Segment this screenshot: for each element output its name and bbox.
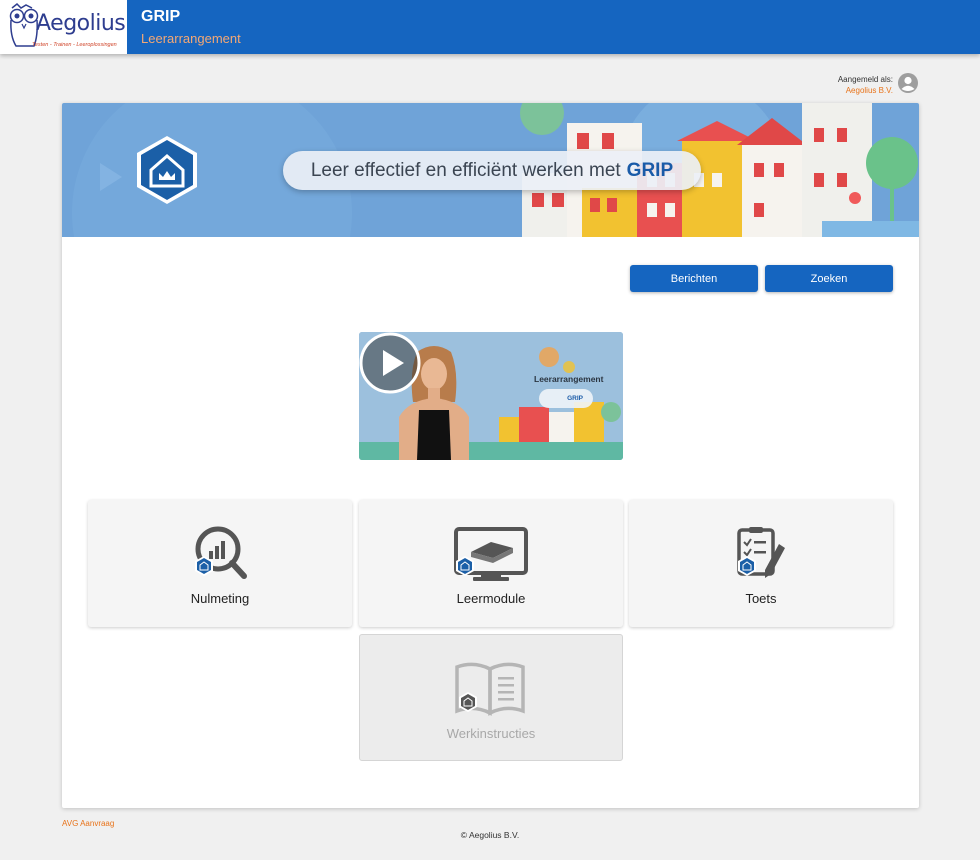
logged-in-label: Aangemeld als: xyxy=(837,75,893,84)
magnifier-chart-icon xyxy=(195,526,247,579)
tile-toets[interactable]: Toets xyxy=(629,500,893,627)
tile-label: Toets xyxy=(745,591,777,606)
video-chip: GRIP xyxy=(539,389,593,408)
main-card: Leer effectief en efficiënt werken met G… xyxy=(62,103,919,808)
banner-tagline: Leer effectief en efficiënt werken met G… xyxy=(283,151,701,190)
tile-werkinstructies: Werkinstructies xyxy=(359,634,623,761)
avg-request-link[interactable]: AVG Aanvraag xyxy=(62,819,114,828)
monitor-book-icon xyxy=(454,527,528,581)
logo-tagline: Testen - Trainen - Leeroplossingen xyxy=(32,42,117,48)
logged-in-info: Aangemeld als: Aegolius B.V. xyxy=(838,74,893,96)
tile-label: Werkinstructies xyxy=(446,726,536,741)
open-book-icon xyxy=(455,662,525,716)
user-avatar-icon[interactable] xyxy=(898,73,918,93)
copyright: © Aegolius B.V. xyxy=(460,830,520,840)
aegolius-logo[interactable]: Aegolius Testen - Trainen - Leeroplossin… xyxy=(0,0,127,54)
video-chip-label: GRIP xyxy=(567,395,583,402)
tile-nulmeting[interactable]: Nulmeting xyxy=(88,500,352,627)
play-icon[interactable] xyxy=(359,332,421,394)
search-button[interactable]: Zoeken xyxy=(765,265,893,292)
video-title: Leerarrangement xyxy=(534,374,604,384)
top-bar: Aegolius Testen - Trainen - Leeroplossin… xyxy=(0,0,980,54)
checklist-pencil-icon xyxy=(737,527,785,578)
app-subtitle: Leerarrangement xyxy=(141,31,241,46)
logo-text: Aegolius xyxy=(36,11,126,36)
banner-brand: GRIP xyxy=(626,159,674,181)
logged-in-user[interactable]: Aegolius B.V. xyxy=(838,85,893,96)
intro-video[interactable]: Leerarrangement GRIP xyxy=(359,332,623,460)
tile-leermodule[interactable]: Leermodule xyxy=(359,500,623,627)
hero-banner: Leer effectief en efficiënt werken met G… xyxy=(62,103,919,237)
messages-button[interactable]: Berichten xyxy=(630,265,758,292)
grip-hexagon-logo-icon xyxy=(137,136,197,204)
banner-text: Leer effectief en efficiënt werken met xyxy=(310,159,621,181)
tile-label: Nulmeting xyxy=(190,591,250,606)
tile-label: Leermodule xyxy=(456,591,526,606)
app-title: GRIP xyxy=(141,8,181,25)
